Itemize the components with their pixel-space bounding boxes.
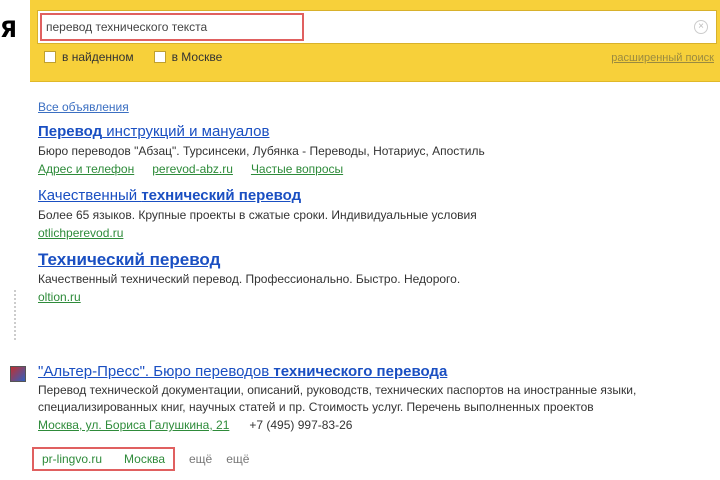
org-site-link[interactable]: pr-lingvo.ru — [42, 452, 102, 466]
org-city-link[interactable]: Москва — [124, 452, 165, 466]
title-highlight: Перевод — [38, 123, 103, 140]
sitelink[interactable]: Адрес и телефон — [38, 160, 134, 178]
org-phone: +7 (495) 997-83-26 — [249, 418, 353, 432]
result-url[interactable]: oltion.ru — [38, 288, 81, 306]
org-tags: pr-lingvo.ru Москва ещё ещё — [32, 447, 249, 471]
org-address-link[interactable]: Москва, ул. Бориса Галушкина, 21 — [38, 416, 229, 434]
result-url[interactable]: otlichperevod.ru — [38, 224, 123, 242]
title-text: Качественный — [38, 187, 142, 204]
filter-label: в найденном — [62, 50, 134, 64]
more-link[interactable]: ещё — [189, 452, 212, 466]
result-title-link[interactable]: Перевод инструкций и мануалов — [38, 122, 720, 142]
result-links: oltion.ru — [38, 288, 720, 306]
result-title-link[interactable]: "Альтер-Пресс". Бюро переводов техническ… — [38, 362, 720, 382]
result-snippet: Качественный технический перевод. Профес… — [38, 272, 461, 286]
search-box[interactable]: перевод технического текста × — [37, 10, 717, 44]
ad-result: Технический перевод Качественный техниче… — [38, 250, 720, 306]
title-highlight: технического перевода — [273, 363, 448, 380]
checkbox[interactable] — [153, 51, 166, 63]
title-highlight: Технический перевод — [38, 250, 221, 269]
filter-label: в Москве — [171, 50, 223, 64]
ad-results: Все объявления Перевод инструкций и ману… — [38, 100, 720, 314]
sitelink[interactable]: Частые вопросы — [251, 160, 343, 178]
side-scroll-indicator — [14, 290, 20, 340]
title-text: инструкций и мануалов — [102, 123, 270, 140]
logo-fragment[interactable]: Я — [0, 18, 17, 43]
advanced-search-link[interactable]: расширенный поиск — [611, 52, 714, 64]
result-snippet: специализированных книг, научных статей … — [38, 400, 594, 414]
title-text: "Альтер-Пресс". Бюро переводов — [38, 363, 274, 380]
all-ads-link[interactable]: Все объявления — [38, 100, 720, 114]
search-input[interactable]: перевод технического текста — [46, 20, 207, 34]
checkbox[interactable] — [44, 51, 56, 63]
filter-in-found[interactable]: в найденном — [44, 50, 134, 64]
org-contacts: Москва, ул. Бориса Галушкина, 21 +7 (495… — [38, 416, 720, 434]
result-links: otlichperevod.ru — [38, 224, 720, 242]
result-snippet: Бюро переводов "Абзац". Турсинсеки, Лубя… — [38, 144, 485, 158]
organization-result: "Альтер-Пресс". Бюро переводов техническ… — [38, 362, 720, 434]
tags-highlight: pr-lingvo.ru Москва — [32, 447, 175, 471]
result-links: Адрес и телефон perevod-abz.ru Частые во… — [38, 160, 720, 178]
site-favicon-icon — [10, 366, 26, 382]
result-title-link[interactable]: Технический перевод — [38, 250, 720, 270]
result-title-link[interactable]: Качественный технический перевод — [38, 186, 720, 206]
ad-result: Качественный технический перевод Более 6… — [38, 186, 720, 242]
result-url[interactable]: perevod-abz.ru — [152, 160, 233, 178]
search-filters: в найденном в Москве — [44, 50, 222, 64]
result-snippet: Перевод технической документации, описан… — [38, 383, 637, 397]
more-link[interactable]: ещё — [226, 452, 249, 466]
search-query-highlight[interactable]: перевод технического текста — [40, 13, 304, 41]
title-highlight: технический перевод — [141, 187, 302, 204]
filter-in-moscow[interactable]: в Москве — [153, 50, 223, 64]
clear-icon[interactable]: × — [694, 20, 708, 34]
ad-result: Перевод инструкций и мануалов Бюро перев… — [38, 122, 720, 178]
result-snippet: Более 65 языков. Крупные проекты в сжаты… — [38, 208, 477, 222]
